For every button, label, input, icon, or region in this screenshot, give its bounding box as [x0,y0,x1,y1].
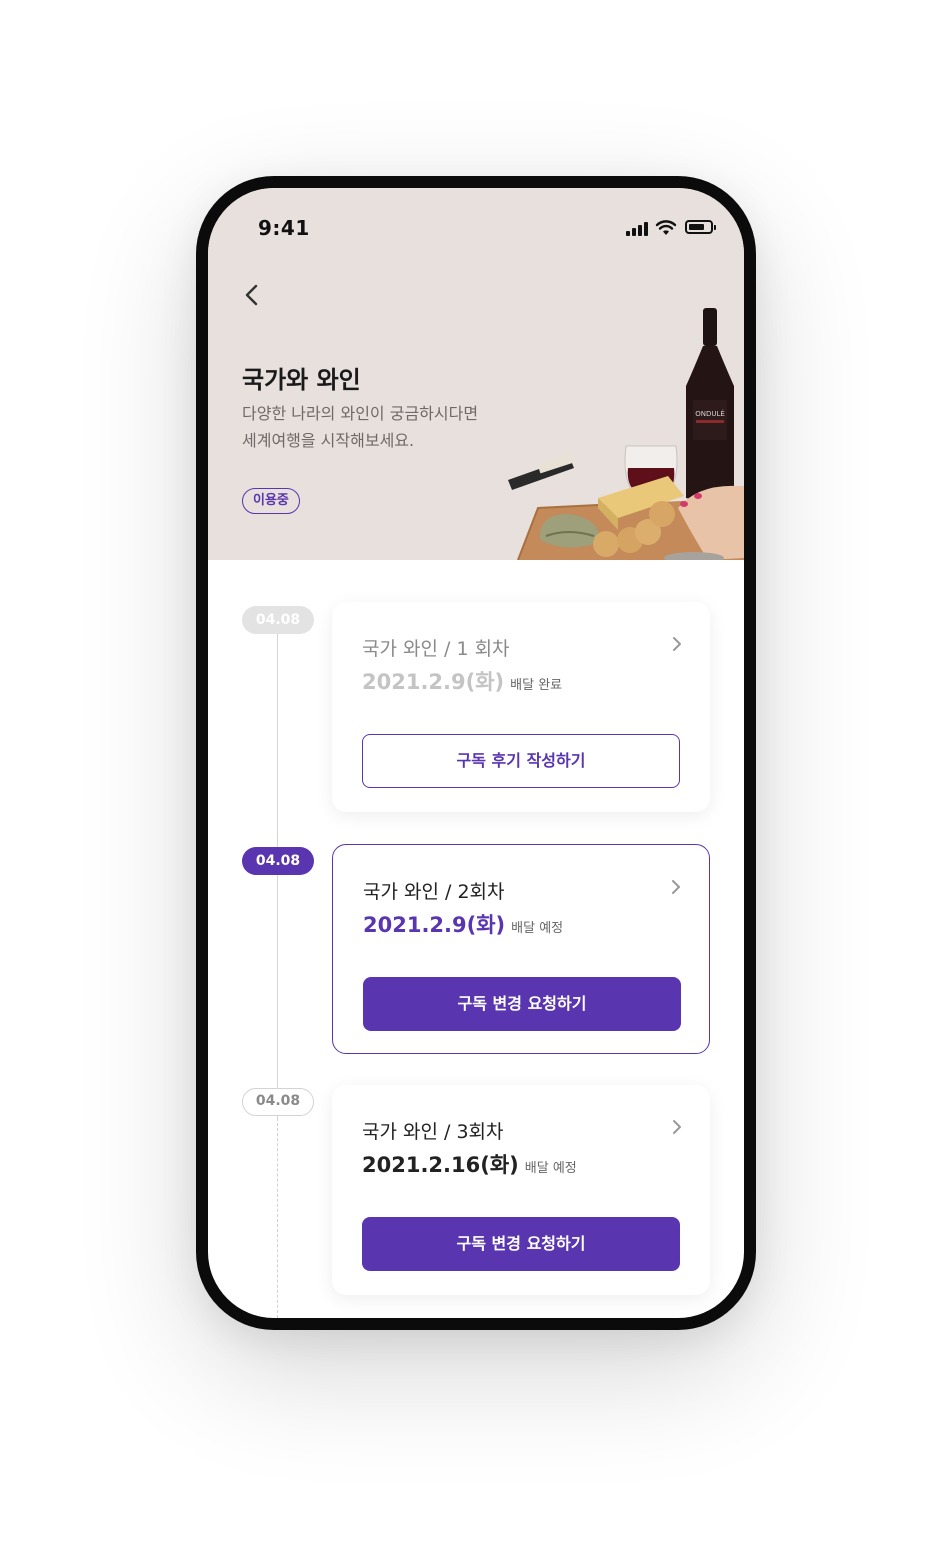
description-line-1: 다양한 나라의 와인이 궁금하시다면 [242,404,479,423]
header-hero: 9:41 국가와 와인 다양한 나라의 와인이 궁금하시다면 세계여행을 시작해… [208,188,744,560]
card-date: 2021.2.16(화) 배달 예정 [362,1149,577,1179]
timeline-date-pill: 04.08 [242,606,314,634]
delivery-card[interactable]: 국가 와인 / 1 회차 2021.2.9(화) 배달 완료 구독 후기 작성하기 [332,602,710,812]
write-review-button[interactable]: 구독 후기 작성하기 [362,734,680,788]
signal-icon [626,222,650,236]
page-description: 다양한 나라의 와인이 궁금하시다면 세계여행을 시작해보세요. [242,400,532,454]
wifi-icon [655,220,677,235]
phone-screen: 9:41 국가와 와인 다양한 나라의 와인이 궁금하시다면 세계여행을 시작해… [208,188,744,1318]
chevron-right-icon[interactable] [669,877,683,897]
delivery-date: 2021.2.9(화) [363,913,506,937]
delivery-card[interactable]: 국가 와인 / 2회차 2021.2.9(화) 배달 예정 구독 변경 요청하기 [332,844,710,1054]
delivery-card[interactable]: 국가 와인 / 3회차 2021.2.16(화) 배달 예정 구독 변경 요청하기 [332,1085,710,1295]
change-request-button[interactable]: 구독 변경 요청하기 [363,977,681,1031]
delivery-status: 배달 예정 [524,1161,577,1176]
description-line-2: 세계여행을 시작해보세요. [242,431,415,450]
svg-text:ONDULÉ: ONDULÉ [695,409,725,418]
card-title: 국가 와인 / 1 회차 [362,638,510,660]
phone-frame: 9:41 국가와 와인 다양한 나라의 와인이 궁금하시다면 세계여행을 시작해… [196,176,756,1330]
card-date: 2021.2.9(화) 배달 예정 [363,909,563,939]
timeline-date-pill: 04.08 [242,847,314,875]
status-badge: 이용중 [242,488,300,514]
timeline-line-dashed [277,1118,278,1318]
back-chevron-icon[interactable] [236,280,266,310]
card-title: 국가 와인 / 3회차 [362,1121,504,1143]
change-request-button[interactable]: 구독 변경 요청하기 [362,1217,680,1271]
chevron-right-icon[interactable] [670,1117,684,1137]
page-title: 국가와 와인 [242,366,361,394]
timeline-date-pill: 04.08 [242,1088,314,1116]
delivery-date: 2021.2.9(화) [362,670,505,694]
card-title: 국가 와인 / 2회차 [363,881,505,903]
delivery-date: 2021.2.16(화) [362,1153,519,1177]
wine-cheese-photo: ONDULÉ [508,308,744,560]
delivery-status: 배달 예정 [511,921,564,936]
delivery-status: 배달 완료 [510,678,563,693]
chevron-right-icon[interactable] [670,634,684,654]
status-bar: 9:41 [208,188,744,248]
card-date: 2021.2.9(화) 배달 완료 [362,666,562,696]
status-time: 9:41 [258,216,310,240]
battery-icon [685,220,716,234]
